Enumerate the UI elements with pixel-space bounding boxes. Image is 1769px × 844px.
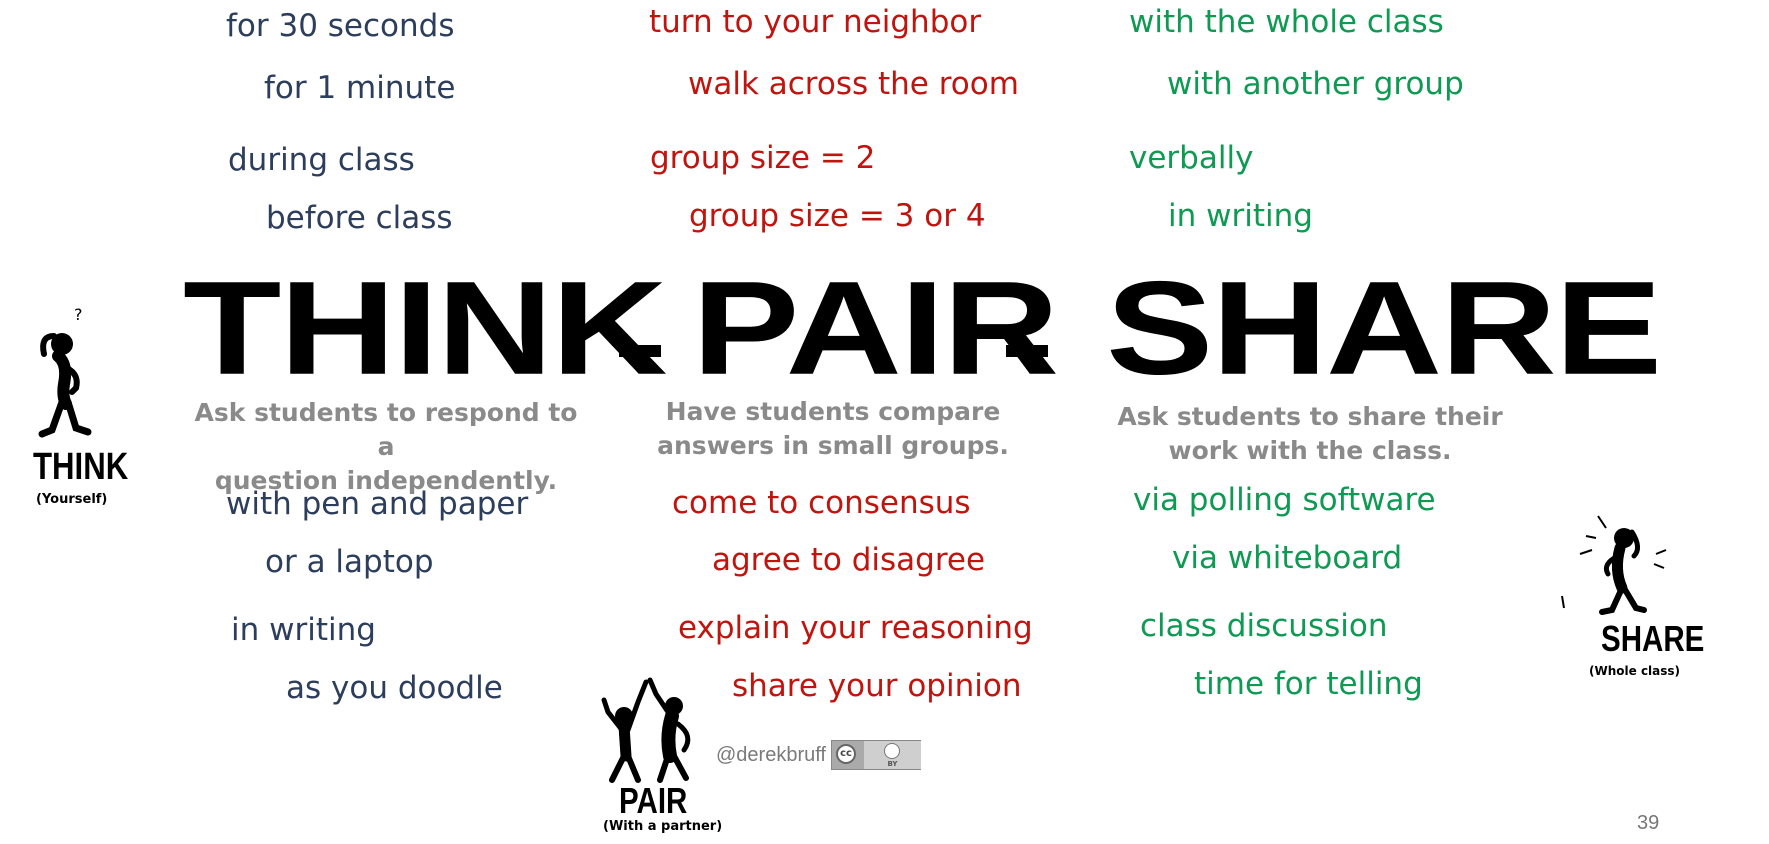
high-five-stick-figures-icon	[601, 677, 691, 783]
share-figure-title: SHARE	[1601, 618, 1705, 659]
think-option: for 30 seconds	[226, 8, 455, 44]
heading-dash	[619, 345, 661, 357]
pair-option: group size = 2	[650, 140, 876, 176]
share-option: via polling software	[1133, 482, 1436, 518]
by-badge-area: BY	[864, 741, 921, 769]
pair-figure-title: PAIR	[619, 780, 688, 821]
think-option: with pen and paper	[226, 486, 529, 522]
think-description: Ask students to respond to a question in…	[186, 396, 586, 498]
share-option: via whiteboard	[1172, 540, 1403, 576]
author-handle: @derekbruff	[716, 744, 826, 766]
pair-option: explain your reasoning	[678, 610, 1033, 646]
think-description-line: Ask students to respond to a	[194, 398, 578, 461]
share-description: Ask students to share their work with th…	[1110, 400, 1510, 468]
pair-option: walk across the room	[688, 66, 1019, 102]
pair-figure-subtitle: (With a partner)	[603, 819, 723, 834]
heading-dash	[1006, 345, 1048, 357]
share-option: in writing	[1168, 198, 1313, 234]
think-option: in writing	[231, 612, 376, 648]
pair-option: share your opinion	[732, 668, 1022, 704]
cc-icon: cc	[836, 744, 856, 764]
think-option: during class	[228, 142, 415, 178]
share-option: with another group	[1167, 66, 1464, 102]
think-option: or a laptop	[265, 544, 434, 580]
pair-option: come to consensus	[672, 485, 971, 521]
think-option: as you doodle	[286, 670, 503, 706]
attribution-icon	[884, 743, 900, 759]
pair-description: Have students compare answers in small g…	[633, 395, 1033, 463]
think-option: before class	[266, 200, 453, 236]
share-option: verbally	[1129, 140, 1254, 176]
share-figure-subtitle: (Whole class)	[1589, 664, 1681, 678]
thinking-stick-figure-icon: ?	[38, 306, 92, 438]
think-figure-subtitle: (Yourself)	[36, 492, 108, 507]
think-figure-title: THINK	[33, 446, 129, 488]
pair-option: group size = 3 or 4	[689, 198, 986, 234]
slide-page-number: 39	[1637, 812, 1660, 834]
share-option: with the whole class	[1129, 4, 1444, 40]
cc-by-license-badge: cc BY	[831, 740, 921, 770]
share-option: class discussion	[1140, 608, 1388, 644]
pair-option: turn to your neighbor	[649, 4, 982, 40]
shouting-stick-figure-icon	[1561, 515, 1667, 615]
heading-share: SHARE	[1106, 254, 1662, 403]
heading-think: THINK	[183, 254, 668, 403]
share-option: time for telling	[1194, 666, 1423, 702]
share-description-line: Ask students to share their	[1117, 402, 1503, 431]
pair-description-line: Have students compare	[665, 397, 1001, 426]
pair-description-line: answers in small groups.	[657, 431, 1009, 460]
pair-option: agree to disagree	[712, 542, 986, 578]
heading-pair: PAIR	[692, 254, 1059, 403]
share-description-line: work with the class.	[1168, 436, 1452, 465]
think-option: for 1 minute	[264, 70, 456, 106]
svg-text:?: ?	[74, 306, 83, 324]
by-label: BY	[887, 760, 898, 768]
